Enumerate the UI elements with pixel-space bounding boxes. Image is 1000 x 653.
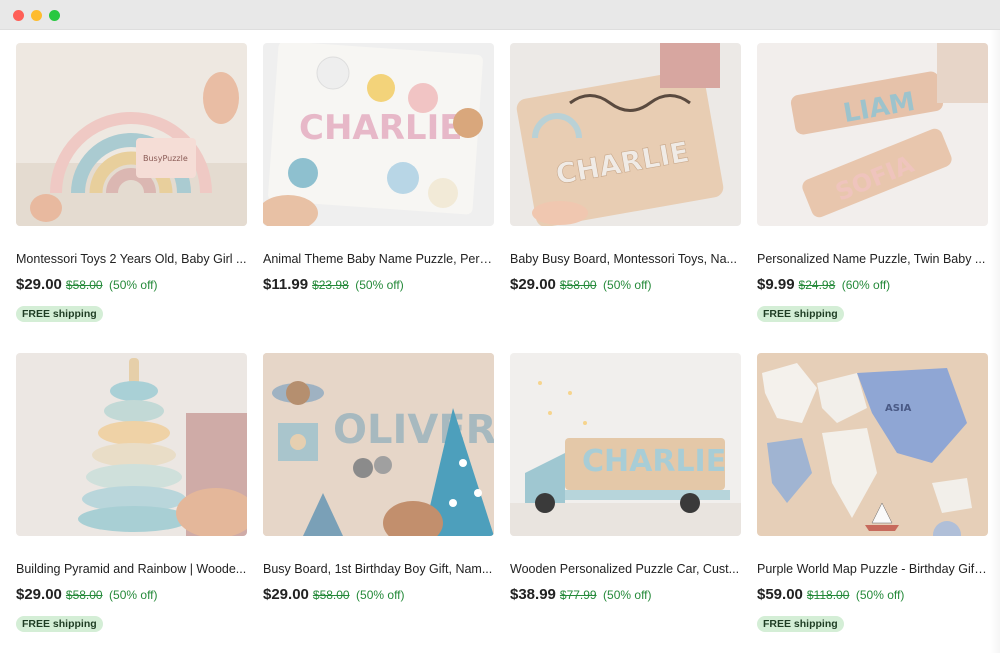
price-row: $9.99 $24.98 (60% off)	[757, 276, 988, 294]
price-row: $29.00 $58.00 (50% off)	[263, 586, 494, 604]
product-image[interactable]: CHARLIE	[510, 353, 741, 536]
product-image-label: CHARLIE	[582, 444, 726, 479]
maximize-window-icon[interactable]	[49, 10, 60, 21]
browser-window: BusyPuzzle Montessori Toys 2 Years Old, …	[0, 0, 1000, 653]
price-row: $29.00 $58.00 (50% off)	[510, 276, 741, 294]
price-row: $29.00 $58.00 (50% off)	[16, 586, 247, 604]
original-price: $23.98	[312, 278, 349, 292]
product-title[interactable]: Wooden Personalized Puzzle Car, Cust...	[510, 562, 741, 576]
product-image[interactable]: CHARLIE	[263, 43, 494, 226]
product-card[interactable]: Building Pyramid and Rainbow | Woode... …	[16, 353, 247, 643]
free-shipping-badge: FREE shipping	[757, 306, 844, 322]
product-image-label: ASIA	[885, 403, 912, 414]
product-title[interactable]: Baby Busy Board, Montessori Toys, Na...	[510, 252, 741, 266]
product-card[interactable]: CHARLIE Baby Busy Board, Montessori Toys…	[510, 43, 741, 333]
product-card[interactable]: CHARLIE Animal Theme Baby Name Puzzle, P…	[263, 43, 494, 333]
discount-label: (60% off)	[841, 278, 891, 292]
sale-price: $38.99	[510, 586, 556, 603]
product-image-label: BusyPuzzle	[143, 154, 188, 163]
price-row: $11.99 $23.98 (50% off)	[263, 276, 494, 294]
product-image[interactable]: ASIA	[757, 353, 988, 536]
sale-price: $29.00	[510, 276, 556, 293]
product-image[interactable]: BusyPuzzle	[16, 43, 247, 226]
product-image-label: CHARLIE	[299, 108, 462, 148]
product-title[interactable]: Building Pyramid and Rainbow | Woode...	[16, 562, 247, 576]
product-image-label: OLIVER	[333, 407, 494, 453]
sale-price: $29.00	[263, 586, 309, 603]
product-title[interactable]: Montessori Toys 2 Years Old, Baby Girl .…	[16, 252, 247, 266]
discount-label: (50% off)	[855, 588, 905, 602]
discount-label: (50% off)	[356, 588, 405, 602]
free-shipping-badge: FREE shipping	[16, 616, 103, 632]
original-price: $58.00	[65, 278, 103, 292]
scroll-edge	[990, 30, 1000, 653]
discount-label: (50% off)	[109, 278, 158, 292]
product-image[interactable]: OLIVER	[263, 353, 494, 536]
price-row: $29.00 $58.00 (50% off)	[16, 276, 247, 294]
product-image[interactable]: CHARLIE	[510, 43, 741, 226]
price-row: $59.00 $118.00 (50% off)	[757, 586, 988, 604]
product-title[interactable]: Personalized Name Puzzle, Twin Baby ...	[757, 252, 988, 266]
original-price: $24.98	[798, 278, 836, 292]
product-image[interactable]: LIAM SOFIA	[757, 43, 988, 226]
original-price: $58.00	[65, 588, 103, 602]
minimize-window-icon[interactable]	[31, 10, 42, 21]
product-card[interactable]: CHARLIE Wooden Personalized Puzzle Car, …	[510, 353, 741, 643]
sale-price: $9.99	[757, 276, 795, 293]
product-card[interactable]: ASIA Purple World Map Puzzle - Birthday …	[757, 353, 988, 643]
discount-label: (50% off)	[355, 278, 404, 292]
price-row: $38.99 $77.99 (50% off)	[510, 586, 741, 604]
original-price: $118.00	[806, 588, 850, 602]
product-card[interactable]: OLIVER Busy Board, 1st Birthday Boy Gift…	[263, 353, 494, 643]
discount-label: (50% off)	[109, 588, 158, 602]
product-title[interactable]: Busy Board, 1st Birthday Boy Gift, Nam..…	[263, 562, 494, 576]
sale-price: $29.00	[16, 276, 62, 293]
window-titlebar	[0, 0, 1000, 30]
sale-price: $59.00	[757, 586, 803, 603]
close-window-icon[interactable]	[13, 10, 24, 21]
product-card[interactable]: BusyPuzzle Montessori Toys 2 Years Old, …	[16, 43, 247, 333]
original-price: $77.99	[559, 588, 597, 602]
original-price: $58.00	[312, 588, 350, 602]
original-price: $58.00	[559, 278, 597, 292]
free-shipping-badge: FREE shipping	[16, 306, 103, 322]
discount-label: (50% off)	[603, 588, 652, 602]
product-title[interactable]: Animal Theme Baby Name Puzzle, Pers...	[263, 252, 494, 266]
sale-price: $11.99	[263, 276, 309, 293]
product-title[interactable]: Purple World Map Puzzle - Birthday Gift.…	[757, 562, 988, 576]
free-shipping-badge: FREE shipping	[757, 616, 844, 632]
product-card[interactable]: LIAM SOFIA Personalized Name Puzzle, Twi…	[757, 43, 988, 333]
product-image[interactable]	[16, 353, 247, 536]
discount-label: (50% off)	[603, 278, 652, 292]
sale-price: $29.00	[16, 586, 62, 603]
